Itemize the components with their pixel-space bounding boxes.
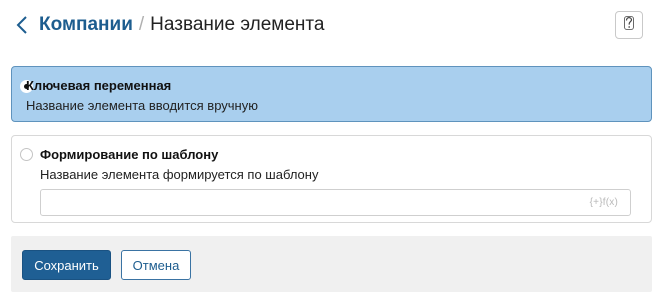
option-template[interactable]: Формирование по шаблону Название элемент… [11, 135, 652, 223]
option-title: Ключевая переменная [26, 78, 172, 93]
form-footer: Сохранить Отмена [11, 236, 652, 292]
help-button[interactable] [615, 11, 643, 39]
template-input[interactable] [40, 189, 631, 216]
option-title: Формирование по шаблону [40, 147, 219, 162]
option-description: Название элемента вводится вручную [26, 98, 258, 113]
function-icon[interactable]: {+}f(x) [590, 197, 618, 208]
breadcrumb-parent-link[interactable]: Компании [39, 14, 133, 35]
breadcrumb-separator: / [138, 14, 145, 35]
page-header: Компании / Название элемента [0, 0, 658, 52]
breadcrumb: Компании / Название элемента [39, 13, 324, 37]
question-icon [624, 15, 634, 35]
page-title: Название элемента [150, 14, 325, 35]
option-key-variable[interactable]: Ключевая переменная Название элемента вв… [11, 66, 652, 122]
radio-template[interactable] [20, 148, 33, 161]
cancel-button[interactable]: Отмена [121, 250, 191, 280]
option-description: Название элемента формируется по шаблону [40, 167, 319, 182]
chevron-left-icon[interactable] [14, 14, 32, 36]
save-button[interactable]: Сохранить [22, 250, 111, 280]
